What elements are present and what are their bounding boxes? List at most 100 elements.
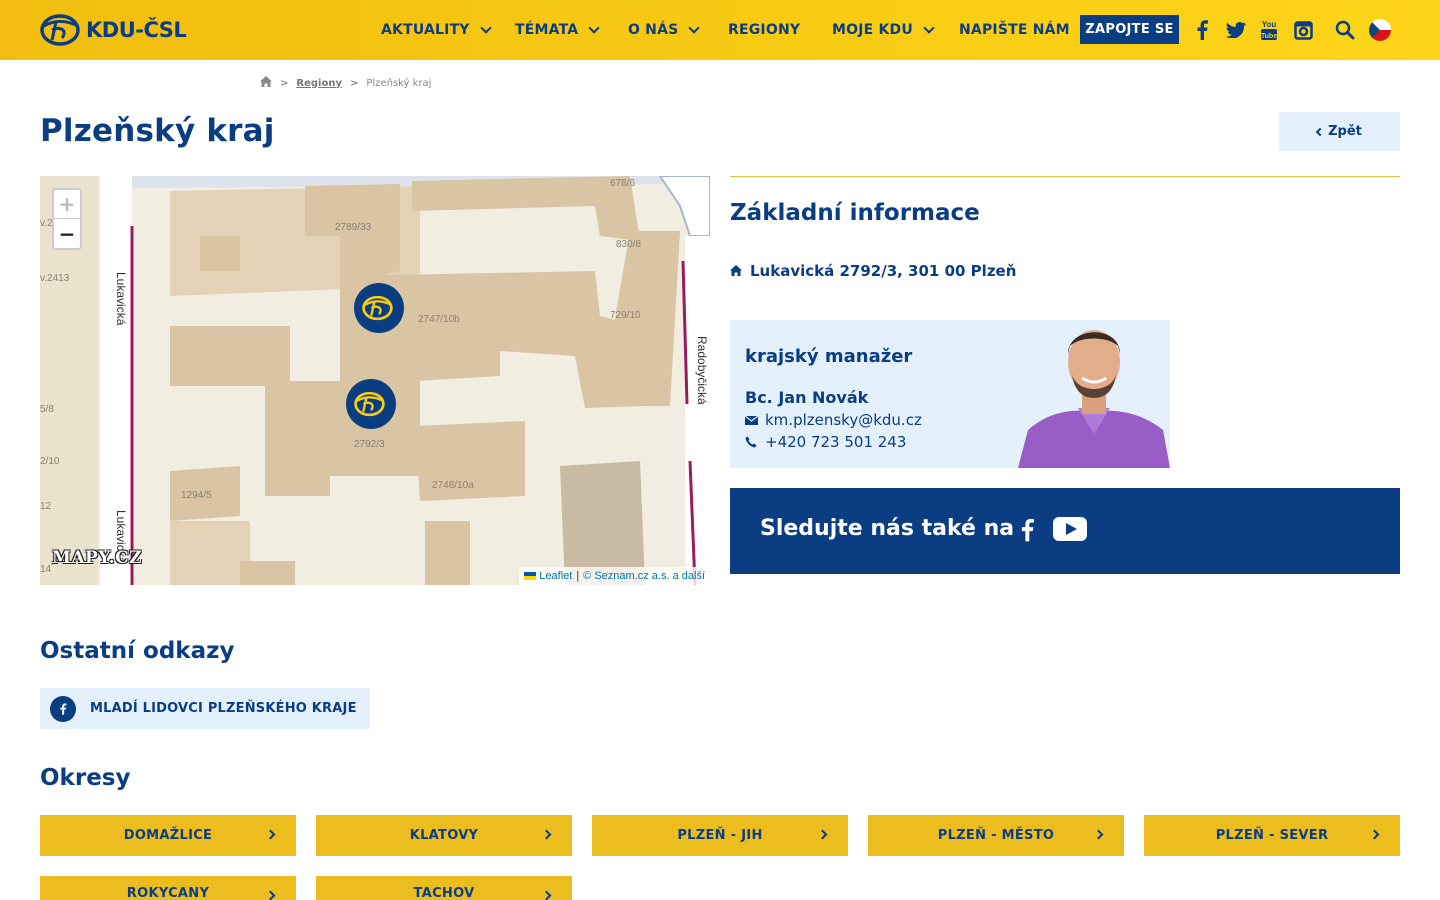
manager-photo bbox=[1018, 312, 1170, 468]
manager-phone[interactable]: +420 723 501 243 bbox=[765, 433, 906, 451]
parcel-label: v.2413 bbox=[40, 273, 70, 284]
parcel-label: 678/6 bbox=[610, 178, 636, 189]
district-klatovy[interactable]: KLATOVY bbox=[316, 815, 572, 856]
district-rokycany[interactable]: ROKYCANY bbox=[40, 876, 296, 900]
chevron-down-icon bbox=[479, 21, 492, 34]
chevron-down-icon bbox=[923, 21, 935, 34]
back-button[interactable]: Zpět bbox=[1279, 112, 1400, 151]
parcel-label: 2/10 bbox=[40, 456, 60, 467]
district-label: TACHOV bbox=[413, 886, 475, 900]
parcel-label: 729/10 bbox=[610, 310, 641, 321]
nav-item-moje-kdu[interactable]: MOJE KDU bbox=[832, 0, 935, 60]
manager-email-row: km.plzensky@kdu.cz bbox=[745, 410, 922, 430]
parcel-label: 2747/10b bbox=[418, 314, 460, 325]
kdu-csl-logo[interactable]: KDU-ČSL bbox=[40, 14, 187, 46]
region-map[interactable]: 678/6 2789/33 830/8 2747/10b 729/10 2792… bbox=[40, 176, 710, 585]
zoom-out-button[interactable]: − bbox=[54, 219, 80, 248]
nav-label: REGIONY bbox=[728, 22, 801, 38]
district-tachov[interactable]: TACHOV bbox=[316, 876, 572, 900]
facebook-icon[interactable] bbox=[1191, 19, 1213, 41]
svg-text:Tube: Tube bbox=[1261, 33, 1277, 40]
parcel-label: 12 bbox=[40, 501, 52, 512]
zoom-in-button[interactable]: + bbox=[54, 190, 80, 219]
parcel-label: 2789/33 bbox=[335, 222, 372, 233]
join-button[interactable]: ZAPOJTE SE bbox=[1080, 15, 1179, 44]
youtube-icon[interactable]: You Tube bbox=[1258, 19, 1280, 41]
street-label: Lukavická bbox=[114, 272, 128, 326]
nav-item-temata[interactable]: TÉMATA bbox=[515, 0, 600, 60]
twitter-icon[interactable] bbox=[1225, 19, 1247, 41]
office-address: Lukavická 2792/3, 301 00 Plzeň bbox=[730, 261, 1016, 281]
home-icon bbox=[730, 262, 742, 280]
district-label: PLZEŇ - JIH bbox=[677, 828, 763, 843]
nav-label: NAPIŠTE NÁM bbox=[959, 22, 1070, 38]
link-label: MLADÍ LIDOVCI PLZEŇSKÉHO KRAJE bbox=[90, 701, 357, 716]
other-links-title: Ostatní odkazy bbox=[40, 638, 235, 664]
address-text: Lukavická 2792/3, 301 00 Plzeň bbox=[750, 262, 1017, 280]
chevron-right-icon bbox=[1369, 829, 1380, 840]
districts-title: Okresy bbox=[40, 765, 131, 791]
link-mladi-lidovci[interactable]: MLADÍ LIDOVCI PLZEŇSKÉHO KRAJE bbox=[40, 688, 370, 729]
nav-item-napiste-nam[interactable]: NAPIŠTE NÁM bbox=[959, 0, 1070, 60]
manager-email[interactable]: km.plzensky@kdu.cz bbox=[765, 411, 922, 429]
district-label: PLZEŇ - SEVER bbox=[1215, 828, 1329, 843]
nav-item-aktuality[interactable]: AKTUALITY bbox=[381, 0, 492, 60]
search-icon[interactable] bbox=[1334, 19, 1356, 41]
chevron-right-icon bbox=[541, 829, 552, 840]
nav-item-regiony[interactable]: REGIONY bbox=[728, 0, 800, 60]
section-divider bbox=[730, 176, 1400, 177]
district-plzen-sever[interactable]: PLZEŇ - SEVER bbox=[1144, 815, 1400, 856]
instagram-icon[interactable] bbox=[1292, 19, 1314, 41]
chevron-right-icon bbox=[817, 829, 828, 840]
kdu-logo-icon bbox=[362, 295, 393, 321]
map-attribution: Leaflet | © Seznam.cz a.s. a další bbox=[519, 567, 710, 585]
breadcrumb: > Regiony > Plzeňský kraj bbox=[260, 76, 431, 90]
kdu-logo-icon bbox=[354, 391, 385, 417]
district-label: PLZEŇ - MĚSTO bbox=[937, 828, 1055, 843]
district-label: DOMAŽLICE bbox=[123, 828, 213, 843]
chevron-down-icon bbox=[688, 21, 701, 34]
mail-icon bbox=[745, 415, 759, 425]
breadcrumb-separator: > bbox=[280, 77, 289, 89]
leaflet-link[interactable]: Leaflet bbox=[539, 570, 572, 582]
breadcrumb-separator: > bbox=[349, 77, 359, 89]
manager-phone-row: +420 723 501 243 bbox=[745, 432, 906, 452]
parcel-label: 14 bbox=[40, 564, 52, 575]
district-label: ROKYCANY bbox=[126, 886, 210, 900]
street-label: Radobyčická bbox=[695, 336, 709, 405]
follow-us-label: Sledujte nás také na bbox=[760, 516, 1015, 541]
chevron-down-icon bbox=[588, 21, 600, 34]
parcel-label: v.2 bbox=[40, 218, 53, 229]
home-icon[interactable] bbox=[260, 76, 272, 90]
svg-text:You: You bbox=[1262, 20, 1277, 29]
parcel-label: 2792/3 bbox=[354, 439, 385, 450]
facebook-icon bbox=[50, 695, 76, 722]
nav-label: TÉMATA bbox=[515, 22, 579, 38]
logo-text: KDU-ČSL bbox=[86, 18, 187, 42]
facebook-icon[interactable] bbox=[1019, 516, 1035, 548]
district-plzen-mesto[interactable]: PLZEŇ - MĚSTO bbox=[868, 815, 1124, 856]
mapy-cz-logo[interactable]: MAPY.CZ bbox=[52, 548, 142, 568]
nav-item-o-nas[interactable]: O NÁS bbox=[628, 0, 701, 60]
youtube-icon[interactable] bbox=[1053, 517, 1087, 545]
chevron-right-icon bbox=[265, 829, 276, 840]
map-marker[interactable] bbox=[346, 379, 396, 429]
basic-info-title: Základní informace bbox=[730, 200, 980, 226]
parcel-label: 830/8 bbox=[616, 239, 642, 250]
czech-flag-icon[interactable] bbox=[1369, 19, 1391, 41]
phone-icon bbox=[745, 436, 759, 448]
parcel-label: 2748/10a bbox=[432, 480, 474, 491]
ukraine-flag-icon bbox=[524, 572, 537, 580]
nav-label: AKTUALITY bbox=[381, 22, 470, 38]
district-plzen-jih[interactable]: PLZEŇ - JIH bbox=[592, 815, 848, 856]
map-zoom-control: + − bbox=[52, 188, 82, 250]
district-domazlice[interactable]: DOMAŽLICE bbox=[40, 815, 296, 856]
chevron-right-icon bbox=[265, 890, 276, 900]
breadcrumb-link-regiony[interactable]: Regiony bbox=[296, 78, 342, 89]
attribution-separator: | bbox=[576, 570, 580, 582]
breadcrumb-current: Plzeňský kraj bbox=[366, 77, 432, 89]
seznam-link[interactable]: © Seznam.cz a.s. a další bbox=[583, 570, 705, 582]
map-marker[interactable] bbox=[354, 283, 404, 333]
manager-role: krajský manažer bbox=[745, 346, 913, 367]
chevron-right-icon bbox=[1093, 829, 1104, 840]
